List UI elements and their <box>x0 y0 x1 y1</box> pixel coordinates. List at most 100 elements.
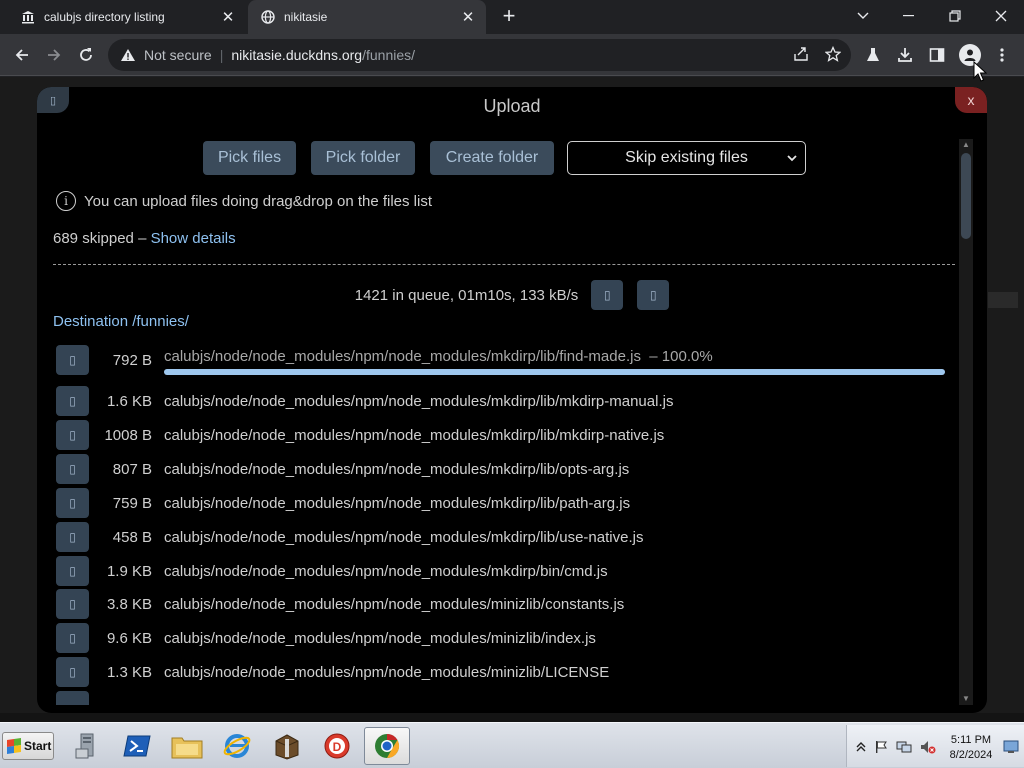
list-scrollbar[interactable]: ▲ ▼ <box>959 139 973 705</box>
tab-nikitasie[interactable]: nikitasie ✕ <box>248 0 486 34</box>
destination-label: Destination /funnies/ <box>53 313 189 330</box>
close-window-button[interactable] <box>981 4 1021 28</box>
upload-mode-value: Skip existing files <box>625 149 748 166</box>
file-size: 759 B <box>112 495 152 512</box>
bookmark-star-icon[interactable] <box>823 44 843 64</box>
system-clock[interactable]: 5:11 PM 8/2/2024 <box>945 733 997 763</box>
scroll-down-icon[interactable]: ▼ <box>959 693 973 705</box>
security-label[interactable]: Not secure <box>144 47 212 63</box>
background-strip <box>988 292 1018 308</box>
library-icon <box>20 9 36 25</box>
red-d-app-icon[interactable]: D <box>314 727 360 765</box>
action-center-flag-icon[interactable] <box>873 739 889 755</box>
pause-queue-button[interactable]: ▯ <box>591 280 624 310</box>
dialog-title: Upload <box>483 96 541 116</box>
volume-muted-icon[interactable] <box>920 739 936 755</box>
windows-logo-icon <box>7 738 21 754</box>
cancel-upload-button[interactable]: ▯ <box>56 345 89 375</box>
cancel-upload-button[interactable]: ▯ <box>56 657 89 687</box>
file-name: calubjs/node/node_modules/npm/node_modul… <box>164 529 644 546</box>
file-name: calubjs/node/node_modules/npm/node_modul… <box>164 461 630 478</box>
file-size: 458 B <box>112 529 152 546</box>
file-name: calubjs/node/node_modules/npm/node_modul… <box>164 427 665 444</box>
reload-icon[interactable] <box>73 42 99 68</box>
create-folder-button[interactable]: Create folder <box>430 141 554 175</box>
url-host: nikitasie.duckdns.org <box>231 47 363 63</box>
minimize-button[interactable] <box>889 4 929 28</box>
address-separator: | <box>219 47 224 63</box>
upload-dialog: ▯ x Upload Pick files Pick folder Create… <box>37 87 987 713</box>
progress-bar <box>164 369 945 375</box>
close-tab-icon[interactable]: ✕ <box>458 7 478 27</box>
file-size: 1.6 KB <box>106 393 152 410</box>
warning-icon[interactable] <box>120 48 138 62</box>
pick-files-button[interactable]: Pick files <box>203 141 296 175</box>
powershell-icon[interactable] <box>114 727 160 765</box>
tab-strip: calubjs directory listing ✕ nikitasie ✕ … <box>0 0 1024 34</box>
browser-toolbar: Not secure | nikitasie.duckdns.org/funni… <box>0 34 1024 76</box>
page-bottom-strip <box>0 713 1024 722</box>
archive-manager-icon[interactable] <box>264 727 310 765</box>
system-tray: 5:11 PM 8/2/2024 <box>846 725 1024 767</box>
scrollbar-thumb[interactable] <box>961 153 971 239</box>
internet-explorer-icon[interactable] <box>214 727 260 765</box>
cancel-upload-button[interactable]: ▯ <box>56 488 89 518</box>
start-button[interactable]: Start <box>2 732 54 760</box>
upload-row: ▯ 1.3 KB calubjs/node/node_modules/npm/n… <box>37 657 957 689</box>
upload-row-partial <box>37 691 957 705</box>
side-panel-icon[interactable] <box>927 45 947 65</box>
info-icon: i <box>56 191 76 211</box>
close-tab-icon[interactable]: ✕ <box>218 7 238 27</box>
back-arrow-icon[interactable] <box>9 42 35 68</box>
upload-row: ▯ 759 B calubjs/node/node_modules/npm/no… <box>37 488 957 520</box>
file-name: calubjs/node/node_modules/npm/node_modul… <box>164 495 631 512</box>
cancel-upload-button[interactable]: ▯ <box>56 623 89 653</box>
upload-queue-list: ▯ 792 B calubjs/node/node_modules/npm/no… <box>37 345 957 705</box>
menu-dots-icon[interactable] <box>992 45 1012 65</box>
file-path: calubjs/node/node_modules/npm/node_modul… <box>164 348 641 365</box>
start-label: Start <box>24 739 52 753</box>
globe-icon <box>260 9 276 25</box>
address-bar[interactable]: Not secure | nikitasie.duckdns.org/funni… <box>108 39 851 71</box>
tab-search-icon[interactable] <box>843 4 883 28</box>
scroll-up-icon[interactable]: ▲ <box>959 139 973 151</box>
stop-queue-button[interactable]: ▯ <box>637 280 670 310</box>
upload-row: ▯ 458 B calubjs/node/node_modules/npm/no… <box>37 522 957 554</box>
file-name: calubjs/node/node_modules/npm/node_modul… <box>164 664 610 681</box>
cancel-upload-button[interactable]: ▯ <box>56 556 89 586</box>
show-details-link[interactable]: Show details <box>151 230 236 247</box>
forward-arrow-icon[interactable] <box>41 42 67 68</box>
page-content: ▯ x Upload Pick files Pick folder Create… <box>0 77 1024 722</box>
new-tab-button[interactable]: + <box>497 5 521 28</box>
cancel-upload-button[interactable]: ▯ <box>56 386 89 416</box>
file-size: 792 B <box>112 352 152 369</box>
svg-text:D: D <box>333 740 342 754</box>
upload-row-current: ▯ 792 B calubjs/node/node_modules/npm/no… <box>37 345 957 377</box>
cancel-upload-button[interactable]: ▯ <box>56 589 89 619</box>
pick-folder-button[interactable]: Pick folder <box>311 141 415 175</box>
tab-directory-listing[interactable]: calubjs directory listing ✕ <box>8 0 246 34</box>
network-icon[interactable] <box>896 739 912 755</box>
upload-row: ▯ 9.6 KB calubjs/node/node_modules/npm/n… <box>37 623 957 655</box>
cancel-upload-button[interactable] <box>56 691 89 705</box>
file-size: 1.9 KB <box>106 563 152 580</box>
cancel-upload-button[interactable]: ▯ <box>56 420 89 450</box>
labs-flask-icon[interactable] <box>863 45 883 65</box>
download-icon[interactable] <box>895 45 915 65</box>
restore-button[interactable] <box>935 4 975 28</box>
file-size: 1.3 KB <box>106 664 152 681</box>
clock-date: 8/2/2024 <box>949 749 993 761</box>
chrome-taskbar-icon[interactable] <box>364 727 410 765</box>
show-desktop-icon[interactable] <box>1003 739 1019 755</box>
server-manager-icon[interactable] <box>64 727 110 765</box>
file-name: calubjs/node/node_modules/npm/node_modul… <box>164 630 596 647</box>
file-name: calubjs/node/node_modules/npm/node_modul… <box>164 393 674 410</box>
show-hidden-icons-icon[interactable] <box>853 739 869 755</box>
share-icon[interactable] <box>791 44 811 64</box>
url-path: /funnies/ <box>362 47 416 63</box>
cancel-upload-button[interactable]: ▯ <box>56 454 89 484</box>
folder-explorer-icon[interactable] <box>164 727 210 765</box>
upload-mode-select[interactable]: Skip existing files <box>567 141 806 175</box>
upload-row: ▯ 1.6 KB calubjs/node/node_modules/npm/n… <box>37 386 957 418</box>
cancel-upload-button[interactable]: ▯ <box>56 522 89 552</box>
